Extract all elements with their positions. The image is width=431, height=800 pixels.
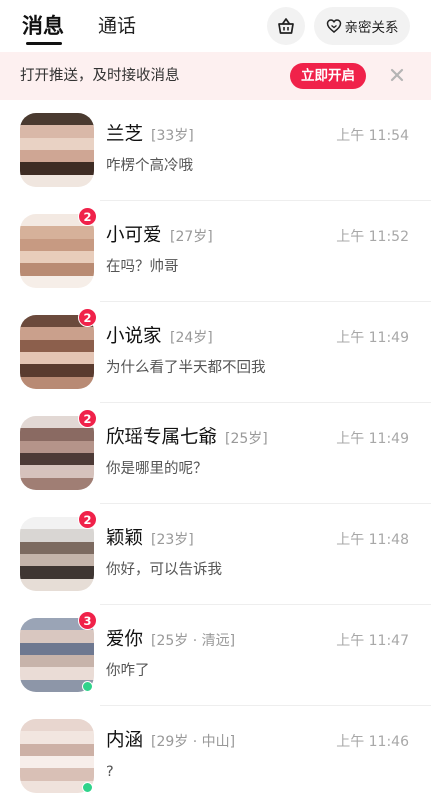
banner-text: 打开推送，及时接收消息	[20, 68, 180, 84]
message-time: 上午 11:46	[336, 734, 409, 750]
contact-name: 小说家	[106, 326, 162, 347]
tab-calls-label: 通话	[98, 15, 137, 37]
conversation-row[interactable]: 2 欣瑶专属七爺 [25岁] 上午 11:49 你是哪里的呢？	[0, 403, 431, 504]
basket-icon	[278, 18, 294, 34]
contact-name: 内涵	[106, 730, 144, 751]
conversation-row[interactable]: 兰芝 [33岁] 上午 11:54 咋楞个高冷哦	[0, 100, 431, 201]
push-notification-banner: 打开推送，及时接收消息 立即开启	[0, 52, 431, 100]
message-preview: 你好，可以告诉我	[106, 562, 222, 578]
active-tab-indicator	[26, 42, 62, 45]
unread-badge: 3	[78, 611, 97, 630]
banner-close-button[interactable]	[386, 64, 408, 86]
contact-age: [23岁]	[151, 532, 194, 548]
contact-age: [25岁 · 清远]	[151, 633, 236, 649]
unread-badge: 2	[78, 207, 97, 226]
conversation-row[interactable]: 内涵 [29岁 · 中山] 上午 11:46?	[0, 706, 431, 800]
top-bar: 消息 通话 亲密关系	[0, 0, 431, 52]
message-time: 上午 11:52	[336, 229, 409, 245]
conversation-row[interactable]: 3 爱你 [25岁 · 清远] 上午 11:47 你咋了	[0, 605, 431, 706]
contact-age: [25岁]	[225, 431, 268, 447]
conversation-list: 兰芝 [33岁] 上午 11:54 咋楞个高冷哦 2 小可爱 [27岁] 上午 11:52 在吗…	[0, 100, 431, 800]
message-time: 上午 11:47	[336, 633, 409, 649]
conversation-row[interactable]: 2 小可爱 [27岁] 上午 11:52 在吗？帅哥	[0, 201, 431, 302]
message-preview: 咋楞个高冷哦	[106, 158, 193, 174]
contact-age: [29岁 · 中山]	[151, 734, 236, 750]
contact-name: 颖颖	[106, 528, 144, 549]
contact-name: 爱你	[106, 629, 144, 650]
close-icon	[390, 68, 404, 82]
unread-badge: 2	[78, 409, 97, 428]
tab-messages-label: 消息	[22, 14, 64, 38]
online-status-dot	[82, 681, 93, 692]
contact-age: [24岁]	[170, 330, 213, 346]
message-preview: 你是哪里的呢？	[106, 461, 208, 477]
message-time: 上午 11:48	[336, 532, 409, 548]
tab-messages[interactable]: 消息	[22, 12, 64, 45]
unread-badge: 2	[78, 510, 97, 529]
basket-button[interactable]	[267, 7, 305, 45]
message-time: 上午 11:49	[336, 330, 409, 346]
contact-age: [27岁]	[170, 229, 213, 245]
heart-outline-icon	[326, 19, 341, 33]
conversation-row[interactable]: 2 颖颖 [23岁] 上午 11:48 你好，可以告诉我	[0, 504, 431, 605]
contact-name: 兰芝	[106, 124, 144, 145]
enable-push-button[interactable]: 立即开启	[290, 63, 366, 89]
tab-calls[interactable]: 通话	[98, 12, 136, 40]
contact-age: [33岁]	[151, 128, 194, 144]
intimate-relation-button[interactable]: 亲密关系	[314, 7, 410, 45]
message-time: 上午 11:49	[336, 431, 409, 447]
message-time: 上午 11:54	[336, 128, 409, 144]
intimate-relation-label: 亲密关系	[344, 20, 399, 36]
message-preview: 为什么看了半天都不回我	[106, 360, 266, 376]
avatar[interactable]	[20, 113, 94, 187]
conversation-row[interactable]: 2 小说家 [24岁] 上午 11:49 为什么看了半天都不回我	[0, 302, 431, 403]
online-status-dot	[82, 782, 93, 793]
message-preview: ?	[106, 764, 114, 780]
message-preview: 你咋了	[106, 663, 150, 679]
contact-name: 小可爱	[106, 225, 162, 246]
unread-badge: 2	[78, 308, 97, 327]
contact-name: 欣瑶专属七爺	[106, 427, 218, 448]
avatar[interactable]	[20, 719, 94, 793]
message-preview: 在吗？帅哥	[106, 259, 179, 275]
